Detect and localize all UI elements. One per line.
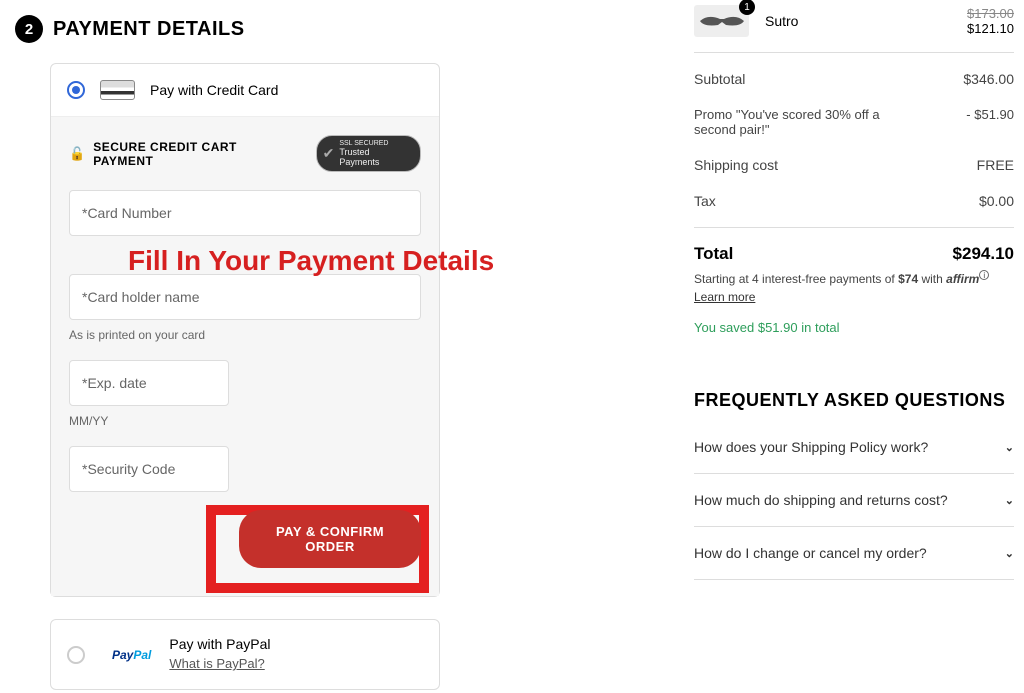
product-thumbnail: 1 xyxy=(694,5,749,37)
promo-row: Promo "You've scored 30% off a second pa… xyxy=(694,97,1014,147)
original-price: $173.00 xyxy=(967,6,1014,21)
total-row: Total $294.10 xyxy=(694,236,1014,266)
cvv-input[interactable]: *Security Code xyxy=(69,446,229,492)
info-icon[interactable]: i xyxy=(979,270,989,280)
expiry-input[interactable]: *Exp. date xyxy=(69,360,229,406)
cart-item: 1 Sutro $173.00 $121.10 xyxy=(694,5,1014,37)
what-is-paypal-link[interactable]: What is PayPal? xyxy=(169,656,264,671)
subtotal-row: Subtotal $346.00 xyxy=(694,61,1014,97)
chevron-down-icon: ⌄ xyxy=(1005,547,1014,560)
paypal-option[interactable]: PayPal Pay with PayPal What is PayPal? xyxy=(50,619,440,690)
faq-item-cost[interactable]: How much do shipping and returns cost? ⌄ xyxy=(694,474,1014,527)
secure-payment-text: SECURE CREDIT CART PAYMENT xyxy=(93,140,295,168)
card-number-input[interactable]: *Card Number xyxy=(69,190,421,236)
learn-more-link[interactable]: Learn more xyxy=(694,290,755,304)
faq-item-shipping[interactable]: How does your Shipping Policy work? ⌄ xyxy=(694,421,1014,474)
annotation-overlay: Fill In Your Payment Details xyxy=(128,245,494,277)
shield-icon: ✔ xyxy=(323,146,335,161)
affirm-text: Starting at 4 interest-free payments of … xyxy=(694,270,1014,286)
paypal-label: Pay with PayPal xyxy=(169,636,270,652)
tax-row: Tax $0.00 xyxy=(694,183,1014,219)
lock-icon: 🔓 xyxy=(69,146,85,162)
chevron-down-icon: ⌄ xyxy=(1005,441,1014,454)
savings-text: You saved $51.90 in total xyxy=(694,320,1014,335)
radio-credit-card[interactable] xyxy=(67,81,85,99)
faq-heading: FREQUENTLY ASKED QUESTIONS xyxy=(694,390,1014,411)
credit-card-option[interactable]: Pay with Credit Card xyxy=(51,64,439,116)
step-number: 2 xyxy=(15,15,43,43)
product-name: Sutro xyxy=(765,13,967,29)
radio-paypal[interactable] xyxy=(67,646,85,664)
credit-card-label: Pay with Credit Card xyxy=(150,82,278,98)
divider xyxy=(694,52,1014,53)
chevron-down-icon: ⌄ xyxy=(1005,494,1014,507)
card-holder-hint: As is printed on your card xyxy=(69,328,421,342)
paypal-logo: PayPal xyxy=(112,648,151,662)
quantity-badge: 1 xyxy=(739,0,755,15)
credit-card-icon xyxy=(100,80,135,100)
expiry-hint: MM/YY xyxy=(69,414,421,428)
sale-price: $121.10 xyxy=(967,21,1014,36)
shipping-row: Shipping cost FREE xyxy=(694,147,1014,183)
divider xyxy=(694,227,1014,228)
credit-card-panel: Pay with Credit Card 🔓 SECURE CREDIT CAR… xyxy=(50,63,440,597)
card-holder-input[interactable]: *Card holder name xyxy=(69,274,421,320)
pay-confirm-button[interactable]: PAY & CONFIRM ORDER xyxy=(239,510,421,568)
faq-item-change-order[interactable]: How do I change or cancel my order? ⌄ xyxy=(694,527,1014,580)
ssl-badge: ✔ SSL SECURED Trusted Payments xyxy=(316,135,421,172)
payment-section-header: 2 PAYMENT DETAILS xyxy=(15,0,440,43)
section-title: PAYMENT DETAILS xyxy=(53,18,245,41)
